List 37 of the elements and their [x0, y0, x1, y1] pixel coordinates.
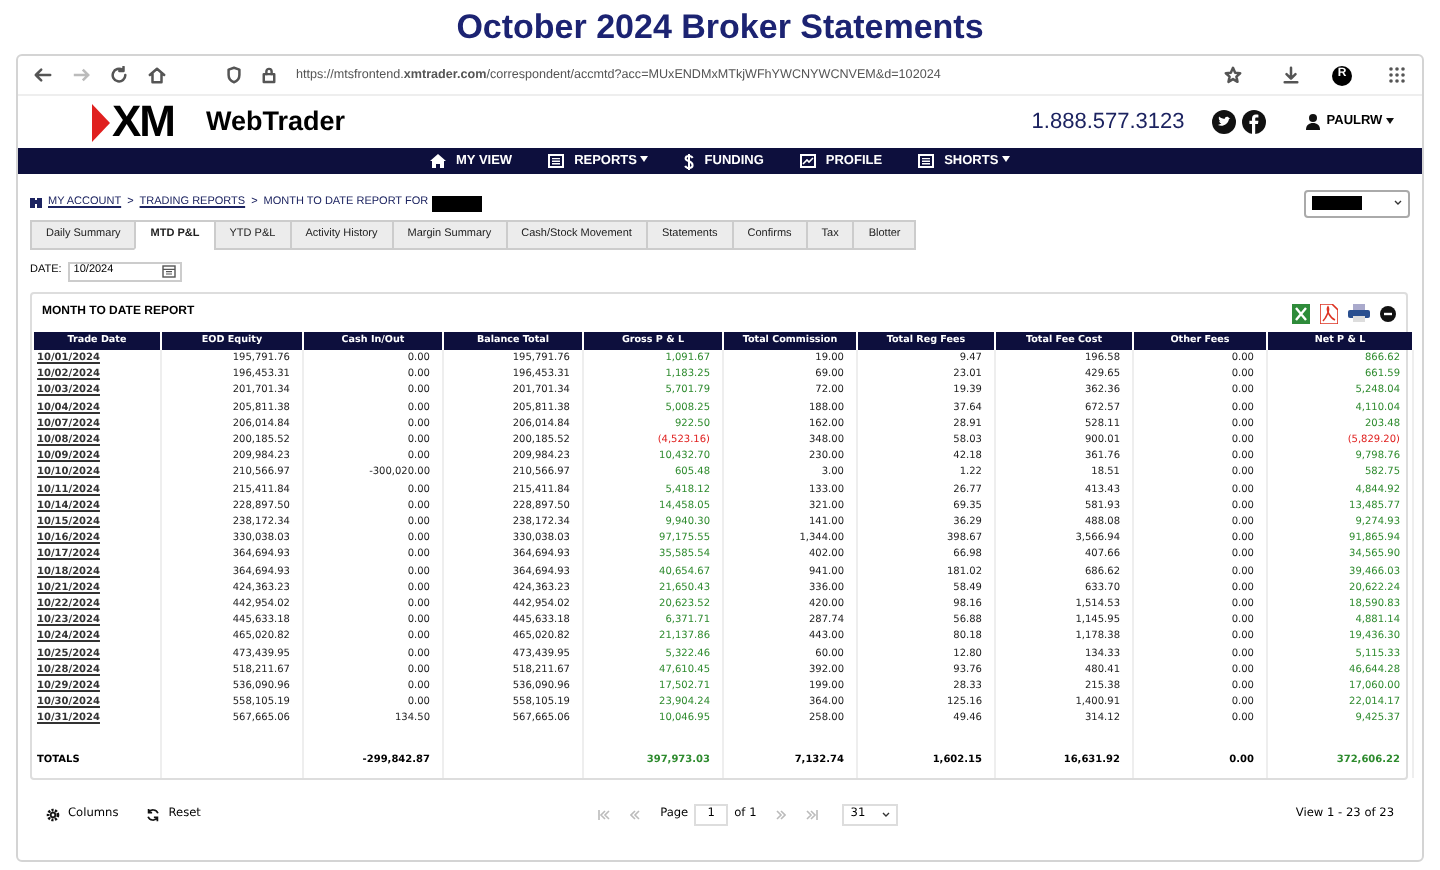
list-icon — [918, 154, 935, 168]
caret-icon — [640, 156, 649, 163]
back-icon[interactable] — [34, 66, 52, 84]
caret-icon — [1001, 156, 1010, 163]
logo-text: XM — [112, 100, 174, 144]
chart-icon — [799, 154, 816, 168]
spreadsheet-icon[interactable] — [1292, 303, 1310, 323]
redaction-bar — [1312, 196, 1362, 210]
chevron-down-icon — [882, 812, 891, 819]
apps-grid-icon[interactable] — [1388, 66, 1406, 84]
page-title: October 2024 Broker Statements — [454, 5, 986, 50]
account-dropdown[interactable] — [1304, 189, 1410, 217]
house-icon — [430, 154, 446, 168]
twitter-icon[interactable] — [1212, 110, 1237, 134]
lock-icon — [262, 66, 276, 84]
shield-icon — [226, 66, 242, 84]
caret-icon — [1386, 117, 1394, 124]
reload-icon[interactable] — [110, 66, 128, 84]
binoculars-icon — [30, 198, 42, 208]
refresh-icon — [146, 808, 161, 823]
app-name: WebTrader — [206, 103, 346, 140]
redaction-bar — [432, 195, 483, 211]
phone-number: 1.888.577.3123 — [1031, 107, 1185, 138]
gear-icon — [46, 808, 60, 823]
collapse-icon[interactable] — [1380, 305, 1396, 321]
calendar-icon[interactable] — [161, 264, 176, 278]
home-icon[interactable] — [148, 66, 166, 84]
print-icon[interactable] — [1348, 304, 1370, 322]
pdf-icon[interactable] — [1320, 303, 1338, 323]
logo-triangle-icon — [92, 103, 110, 141]
chevron-down-icon — [1394, 200, 1402, 206]
list-icon — [548, 154, 565, 168]
star-icon[interactable] — [1224, 66, 1242, 84]
dollar-icon — [684, 153, 695, 169]
download-icon[interactable] — [1282, 66, 1300, 84]
facebook-icon[interactable] — [1242, 110, 1267, 134]
user-icon — [1306, 114, 1321, 130]
